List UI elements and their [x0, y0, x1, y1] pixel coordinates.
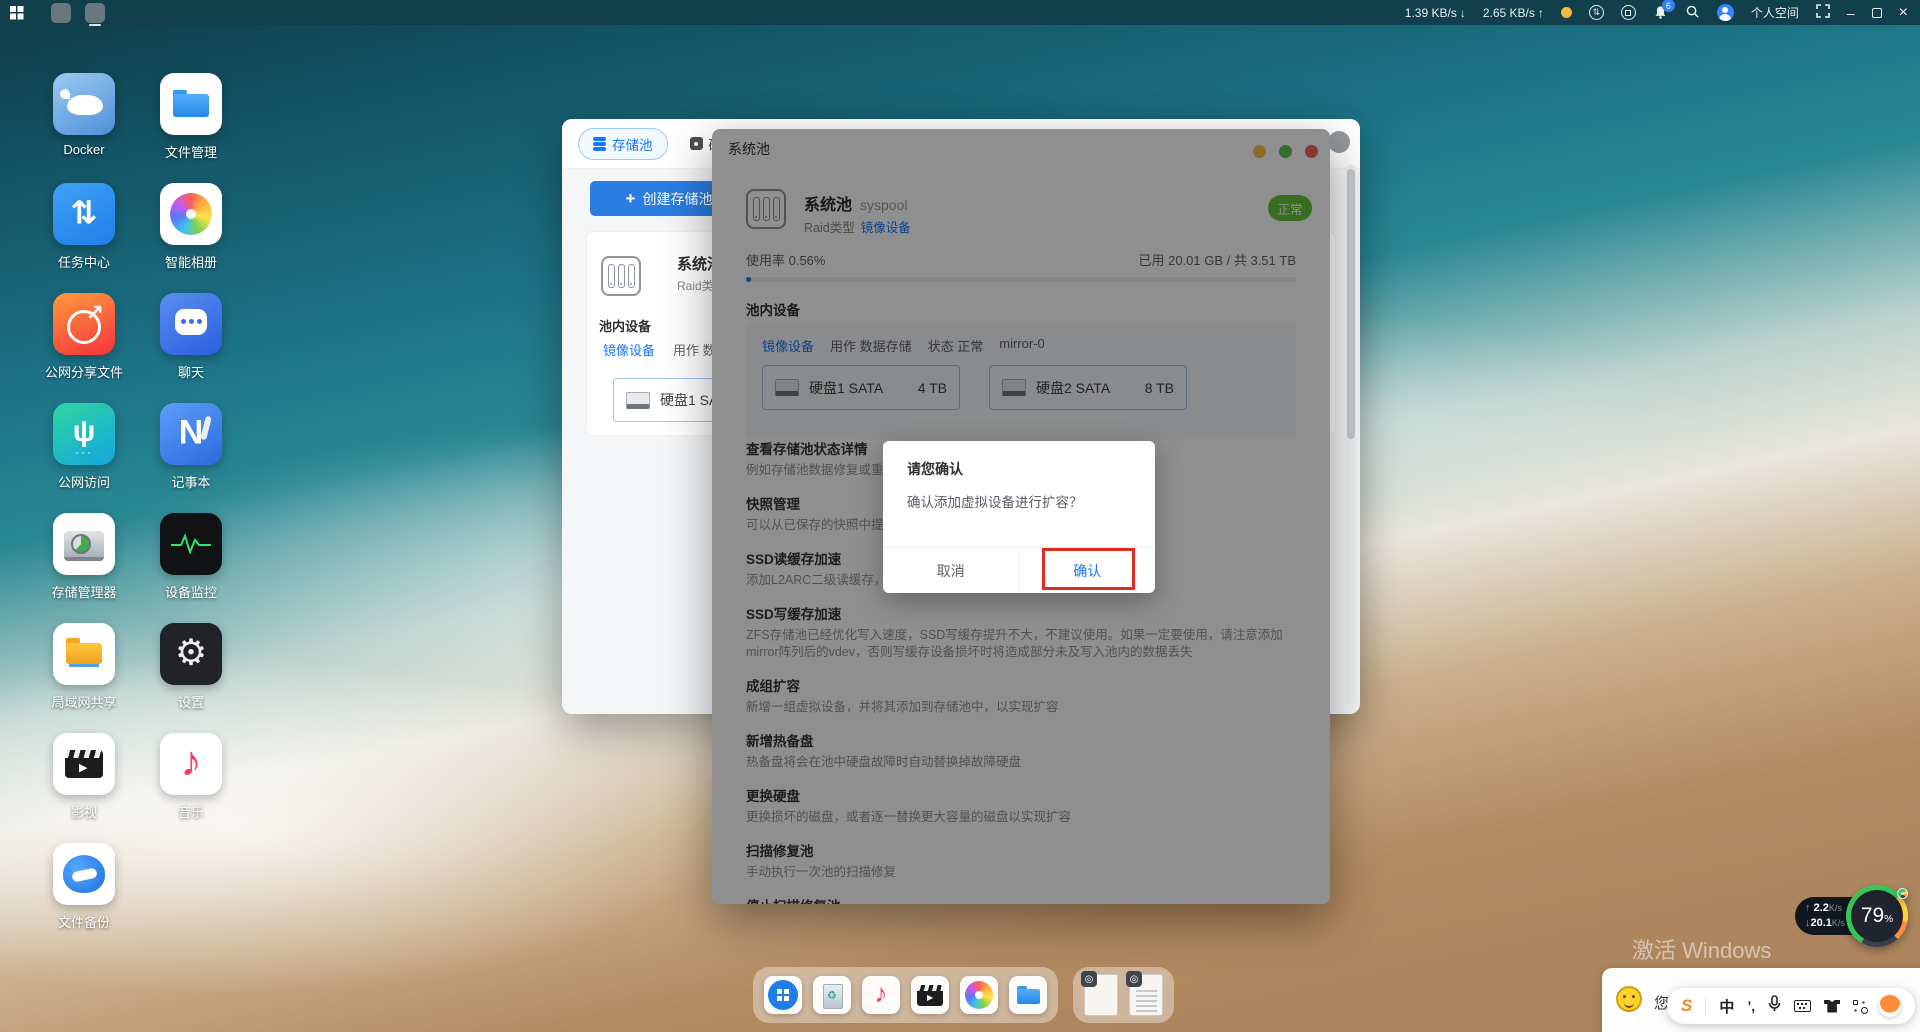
app-launcher-icon[interactable] — [764, 976, 802, 1014]
confirm-title: 请您确认 — [907, 459, 963, 479]
music-note-icon — [160, 733, 222, 795]
notifications-bell-icon[interactable]: 6 — [1653, 5, 1668, 20]
cloud-backup-icon — [53, 843, 115, 905]
desktop-icon-public-share[interactable]: 公网分享文件 — [30, 293, 138, 381]
user-avatar[interactable] — [1717, 4, 1734, 21]
toolbox-icon[interactable] — [1853, 1000, 1866, 1013]
network-folder-icon — [53, 623, 115, 685]
proxy-icon[interactable] — [1621, 5, 1636, 20]
mirror-tag: 镜像设备 — [603, 340, 655, 359]
emoji-badge-icon[interactable] — [1879, 995, 1901, 1017]
smiley-icon — [1616, 986, 1642, 1012]
pool-array-icon — [601, 256, 641, 296]
skin-icon[interactable] — [1824, 1000, 1840, 1013]
confirm-message: 确认添加虚拟设备进行扩容？ — [907, 491, 1083, 511]
screen: 1.39 KB/s↓ 2.65 KB/s↑ ⇅ 6 个人空间 – × Docke… — [0, 0, 1920, 1032]
trash-icon[interactable] — [813, 976, 851, 1014]
window-thumbnail-2[interactable]: ◎ — [1129, 974, 1163, 1016]
dock-windows-group: ◎ ◎ — [1073, 967, 1174, 1023]
taskbar-app-2-icon[interactable] — [85, 3, 105, 23]
maximize-button[interactable] — [1872, 8, 1882, 18]
desktop-icon-file-manager[interactable]: 文件管理 — [137, 73, 245, 161]
window-scrollbar[interactable] — [1346, 164, 1356, 704]
taskbar: 1.39 KB/s↓ 2.65 KB/s↑ ⇅ 6 个人空间 – × — [0, 0, 1920, 25]
desktop-icon-music[interactable]: 音乐 — [137, 733, 245, 821]
microphone-icon[interactable] — [1768, 995, 1781, 1017]
taskbar-app-1-icon[interactable] — [51, 3, 71, 23]
sogou-logo-icon[interactable]: S — [1681, 996, 1692, 1016]
desktop-icon-task-center[interactable]: 任务中心 — [30, 183, 138, 271]
window-refresh-button[interactable] — [1328, 131, 1350, 153]
desktop-icon-lan-share[interactable]: 局域网共享 — [30, 623, 138, 711]
desktop-icon-chat[interactable]: 聊天 — [137, 293, 245, 381]
start-menu-icon[interactable] — [10, 6, 23, 19]
window-thumbnail-1[interactable]: ◎ — [1084, 974, 1118, 1016]
network-upload-speed: 2.65 KB/s↑ — [1483, 6, 1544, 20]
close-button[interactable]: × — [1899, 5, 1908, 21]
ime-toolbar: S 中 ’, — [1667, 988, 1915, 1024]
status-dot-icon[interactable] — [1561, 7, 1572, 18]
ok-button[interactable]: 确认 — [1019, 548, 1156, 593]
desktop-icon-settings[interactable]: 设置 — [137, 623, 245, 711]
desktop-icon-storage-manager[interactable]: 存储管理器 — [30, 513, 138, 601]
folder-icon — [160, 73, 222, 135]
sync-icon[interactable]: ⇅ — [1589, 5, 1604, 20]
dock: ◎ ◎ — [753, 967, 1174, 1023]
music-icon[interactable] — [862, 976, 900, 1014]
fullscreen-icon[interactable] — [1816, 4, 1830, 21]
desktop-icon-notes[interactable]: 记事本 — [137, 403, 245, 491]
clapperboard-icon — [53, 733, 115, 795]
cancel-button[interactable]: 取消 — [883, 548, 1019, 593]
desktop-icon-movies[interactable]: 影视 — [30, 733, 138, 821]
confirm-footer: 取消 确认 — [883, 547, 1155, 593]
video-icon[interactable] — [911, 976, 949, 1014]
dock-apps-group — [753, 967, 1058, 1023]
docker-whale-icon — [53, 73, 115, 135]
ekg-icon — [160, 513, 222, 575]
chat-bubble-icon — [160, 293, 222, 355]
punctuation-icon[interactable]: ’, — [1747, 998, 1755, 1014]
desktop-icon-docker[interactable]: Docker — [30, 73, 138, 157]
share-arrow-icon — [53, 293, 115, 355]
keyboard-icon[interactable] — [1794, 1000, 1811, 1012]
desktop-icon-smart-album[interactable]: 智能相册 — [137, 183, 245, 271]
search-icon[interactable] — [1685, 4, 1700, 22]
disk-icon — [626, 392, 650, 409]
notification-badge: 6 — [1662, 0, 1675, 12]
desktop-icon-file-backup[interactable]: 文件备份 — [30, 843, 138, 931]
database-icon — [593, 137, 606, 141]
tab-storage-pool[interactable]: 存储池 — [578, 128, 668, 160]
app-badge-icon: ◎ — [1126, 971, 1142, 987]
chinese-mode-icon[interactable]: 中 — [1719, 996, 1734, 1017]
arrows-icon — [53, 183, 115, 245]
desktop-icon-public-access[interactable]: 公网访问 — [30, 403, 138, 491]
flower-icon — [160, 183, 222, 245]
app-badge-icon: ◎ — [1081, 971, 1097, 987]
notes-icon — [160, 403, 222, 465]
files-icon[interactable] — [1009, 976, 1047, 1014]
gear-icon — [160, 623, 222, 685]
user-space-label[interactable]: 个人空间 — [1751, 4, 1799, 21]
hdd-icon — [53, 513, 115, 575]
disk-icon — [690, 137, 703, 150]
minimize-button[interactable]: – — [1847, 6, 1855, 20]
desktop-icon-device-monitor[interactable]: 设备监控 — [137, 513, 245, 601]
network-download-speed: 1.39 KB/s↓ — [1405, 6, 1466, 20]
antenna-icon — [53, 403, 115, 465]
photos-icon[interactable] — [960, 976, 998, 1014]
confirm-dialog: 请您确认 确认添加虚拟设备进行扩容？ 取消 确认 — [883, 441, 1155, 593]
